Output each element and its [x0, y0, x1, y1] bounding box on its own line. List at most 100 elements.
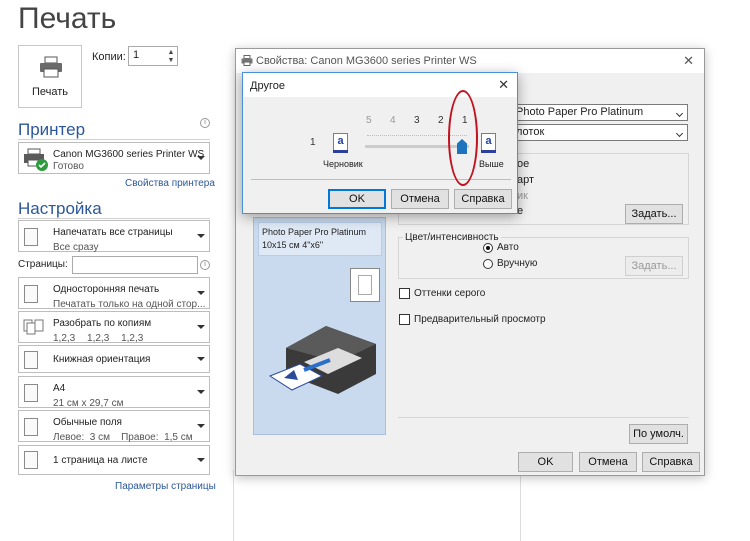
page-setup-link[interactable]: Параметры страницы: [115, 481, 216, 492]
pages-per-sheet-icon: [24, 451, 38, 469]
close-icon[interactable]: ✕: [498, 77, 509, 93]
setting-line1: 1 страница на листе: [53, 455, 148, 466]
pages-icon: [24, 228, 38, 246]
cancel-button[interactable]: Отмена: [579, 452, 637, 472]
paper-source-select[interactable]: лоток: [511, 124, 688, 141]
margins-dropdown[interactable]: Обычные поля Левое: 3 см Правое: 1,5 см: [18, 410, 210, 443]
paper-thumbnail-icon: [350, 268, 380, 302]
dialog-title: Свойства: Canon MG3600 series Printer WS: [256, 55, 477, 67]
setting-line1: Напечатать все страницы: [53, 227, 173, 238]
page-title: Печать: [18, 2, 117, 35]
orientation-dropdown[interactable]: Книжная ориентация: [18, 345, 210, 373]
media-type-value: Photo Paper Pro Platinum: [516, 106, 644, 118]
info-icon[interactable]: i: [200, 260, 210, 270]
divider: [18, 139, 210, 140]
copies-value: 1: [133, 49, 140, 61]
set-color-button[interactable]: Задать...: [625, 256, 683, 276]
setting-line1: Разобрать по копиям: [53, 318, 152, 329]
color-manual-label: Вручную: [497, 258, 538, 269]
printer-properties-link[interactable]: Свойства принтера: [125, 178, 215, 189]
print-range-dropdown[interactable]: Напечатать все страницы Все сразу: [18, 220, 210, 253]
setting-line1: Книжная ориентация: [53, 354, 151, 365]
quality-option[interactable]: арт: [517, 174, 534, 186]
setting-line2: Левое: 3 см Правое: 1,5 см: [53, 432, 193, 443]
printer-dropdown[interactable]: Canon MG3600 series Printer WS Готово: [18, 142, 210, 174]
paper-size-dropdown[interactable]: A4 21 см x 29,7 см: [18, 376, 210, 409]
chevron-down-icon: [197, 156, 205, 160]
divider: [251, 179, 511, 180]
setting-line2: 21 см x 29,7 см: [53, 398, 124, 409]
setting-line2: Печатать только на одной стор...: [53, 299, 206, 310]
pages-per-sheet-dropdown[interactable]: 1 страница на листе: [18, 445, 210, 475]
print-button[interactable]: Печать: [18, 45, 82, 108]
copies-input[interactable]: 1 ▲ ▼: [128, 46, 178, 66]
printer-heading: Принтер: [18, 120, 86, 139]
defaults-button[interactable]: По умолч.: [629, 424, 688, 444]
quality-tick: 3: [414, 115, 420, 126]
chevron-down-icon: [675, 129, 684, 138]
help-button[interactable]: Справка: [454, 189, 512, 209]
media-preview-panel: Photo Paper Pro Platinum 10x15 см 4"x6": [253, 217, 386, 435]
high-label: Выше: [479, 159, 504, 169]
chevron-down-icon: [197, 458, 205, 462]
setting-line1: Обычные поля: [53, 417, 122, 428]
set-quality-button[interactable]: Задать...: [625, 204, 683, 224]
collate-dropdown[interactable]: Разобрать по копиям 1,2,3 1,2,3 1,2,3: [18, 311, 210, 344]
preview-border: [520, 476, 521, 541]
media-preview-line2: 10x15 см 4"x6": [262, 240, 324, 250]
portrait-icon: [24, 351, 38, 369]
close-icon[interactable]: ✕: [683, 53, 694, 69]
setting-line1: Односторонняя печать: [53, 284, 160, 295]
settings-heading: Настройка: [18, 199, 102, 218]
chevron-down-icon: [197, 325, 205, 329]
quality-low-tick: 1: [310, 137, 316, 148]
collate-set: 1,2,3: [53, 333, 76, 344]
printer-ready-icon: [24, 148, 48, 171]
media-type-select[interactable]: Photo Paper Pro Platinum: [511, 104, 688, 121]
divider: [18, 218, 210, 219]
chevron-down-icon: [675, 109, 684, 118]
margins-icon: [24, 418, 38, 436]
high-quality-icon: a: [481, 133, 496, 153]
spin-down-icon[interactable]: ▼: [166, 56, 176, 65]
pages-label: Страницы:: [18, 259, 68, 270]
media-preview-label: Photo Paper Pro Platinum 10x15 см 4"x6": [258, 222, 382, 256]
color-auto-label: Авто: [497, 242, 519, 253]
preview-label: Предварительный просмотр: [414, 314, 546, 325]
ok-button[interactable]: OK: [328, 189, 386, 209]
quality-tick: 5: [366, 115, 372, 126]
preview-border: [233, 470, 234, 541]
ok-button[interactable]: OK: [518, 452, 573, 472]
quality-option[interactable]: ик: [517, 190, 528, 202]
sides-dropdown[interactable]: Односторонняя печать Печатать только на …: [18, 277, 210, 310]
grayscale-label: Оттенки серого: [414, 288, 486, 299]
pages-input[interactable]: [72, 256, 198, 274]
paper-source-value: лоток: [516, 126, 545, 138]
color-group-label: Цвет/интенсивность: [403, 232, 501, 243]
preview-checkbox[interactable]: [399, 314, 410, 325]
info-icon[interactable]: i: [200, 118, 210, 128]
color-auto-radio[interactable]: [483, 243, 493, 253]
setting-line2: Все сразу: [53, 242, 99, 253]
printer-icon: [40, 56, 62, 78]
dialog-titlebar: Другое ✕: [243, 73, 517, 97]
draft-quality-icon: a: [333, 133, 348, 153]
dialog-title: Другое: [250, 80, 285, 92]
color-intensity-group: Цвет/интенсивность Авто Вручную Задать..…: [398, 232, 689, 279]
cancel-button[interactable]: Отмена: [391, 189, 449, 209]
quality-tick: 2: [438, 115, 444, 126]
setting-line1: A4: [53, 383, 66, 394]
chevron-down-icon: [197, 357, 205, 361]
draft-label: Черновик: [323, 159, 363, 169]
color-manual-radio[interactable]: [483, 259, 493, 269]
printer-illustration-icon: [268, 326, 376, 394]
chevron-down-icon: [197, 424, 205, 428]
grayscale-checkbox[interactable]: [399, 288, 410, 299]
media-preview-line1: Photo Paper Pro Platinum: [262, 227, 367, 237]
collate-icon: [23, 319, 44, 335]
printer-name: Canon MG3600 series Printer WS: [53, 149, 205, 160]
copies-label: Копии:: [92, 51, 126, 63]
divider: [398, 417, 689, 418]
quality-option[interactable]: ое: [517, 158, 529, 170]
help-button[interactable]: Справка: [642, 452, 700, 472]
